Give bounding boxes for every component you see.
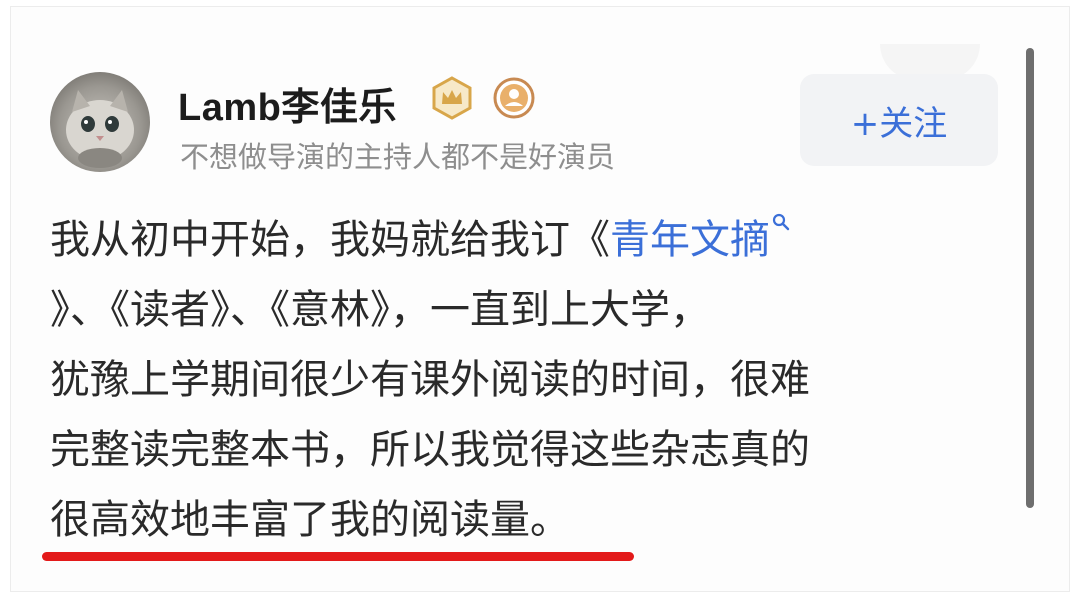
red-underline: [42, 552, 634, 561]
post-line-1: 我从初中开始，我妈就给我订《青年文摘: [50, 205, 970, 275]
post-body: 我从初中开始，我妈就给我订《青年文摘 》、《读者》、《意林》，一直到上大学， 犹…: [50, 205, 970, 555]
username[interactable]: Lamb李佳乐: [178, 76, 397, 131]
avatar[interactable]: [50, 72, 150, 172]
post-line-4: 完整读完整本书，所以我觉得这些杂志真的: [50, 427, 810, 473]
post-line-5: 很高效地丰富了我的阅读量。: [50, 497, 570, 543]
person-badge-icon: [493, 77, 535, 119]
post-line-3: 犹豫上学期间很少有课外阅读的时间，很难: [50, 357, 810, 403]
scrollbar[interactable]: [1026, 48, 1034, 508]
post-line-1-text: 我从初中开始，我妈就给我订《: [50, 217, 610, 263]
user-signature: 不想做导演的主持人都不是好演员: [180, 140, 616, 174]
crown-badge-icon: [432, 76, 472, 120]
follow-button[interactable]: +关注: [800, 74, 998, 166]
magazine-link[interactable]: 青年文摘: [610, 217, 770, 263]
post-line-2: 》、《读者》、《意林》，一直到上大学，: [50, 287, 710, 333]
search-icon[interactable]: [772, 213, 790, 231]
